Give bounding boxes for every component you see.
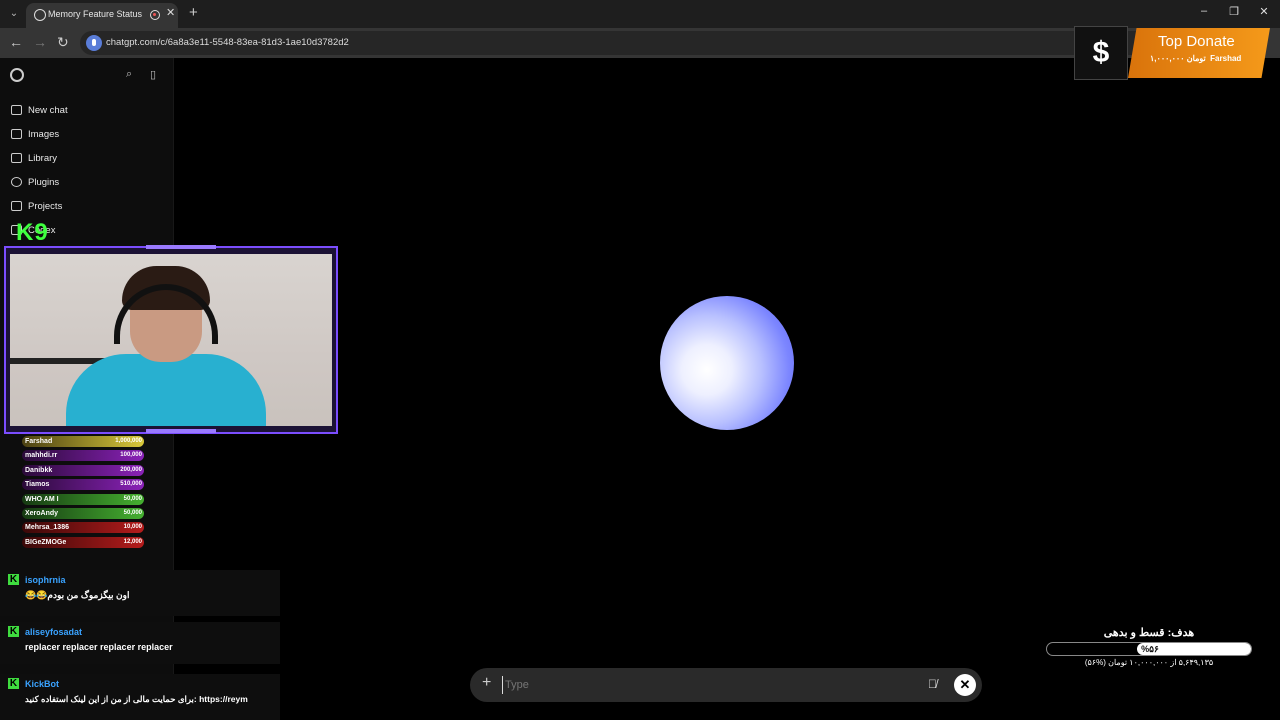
chat-text: برای حمایت مالی از من از این لینک استفاد… [25,694,248,704]
site-info-icon[interactable] [86,35,102,51]
donor-row: Danibkk 200,000 [18,464,146,478]
browser-tab[interactable]: Memory Feature Status ✕ [26,3,178,28]
sidebar-item-projects[interactable]: Projects [11,196,62,216]
donor-amount: 12,000 [123,538,142,545]
donor-row: XeroAndy 50,000 [18,507,146,521]
top-donate-banner: Top Donate ۱,۰۰۰,۰۰۰ تومان Farshad [1128,28,1270,78]
donor-amount: 100,000 [120,452,142,459]
restore-button[interactable]: ❐ [1224,5,1244,18]
donor-amount: 1,000,000 [115,438,142,444]
kick-badge-icon: K [8,678,19,689]
url-text[interactable]: chatgpt.com/c/6a8a3e11-5548-83ea-81d3-1a… [106,37,349,48]
top-donate-amount: ۱,۰۰۰,۰۰۰ تومان Farshad [1150,54,1242,63]
donor-amount: 50,000 [123,495,142,502]
donor-name: Mehrsa_1386 [25,524,69,532]
chat-text: replacer replacer replacer replacer [25,642,173,652]
chatgpt-favicon-icon [34,9,46,21]
donor-row: BIGeZMOGe 12,000 [18,536,146,550]
reload-icon[interactable]: ↻ [57,34,69,51]
kick-badge-icon: K [8,626,19,637]
sidebar-item-label: Projects [28,200,63,212]
images-icon [11,129,22,139]
donor-row: Farshad 1,000,000 [18,435,146,449]
library-icon [11,153,22,163]
tab-close-icon[interactable]: ✕ [166,6,175,19]
donor-name: Tiamos [25,481,50,489]
message-input[interactable] [502,676,902,694]
sidebar-item-label: Library [28,152,58,164]
chat-username: isophrnia [25,575,66,585]
top-donate-title: Top Donate [1158,33,1235,50]
dollar-logo-icon: $ [1074,26,1128,80]
goal-summary: ۵,۶۴۹,۱۳۵ از ۱۰,۰۰۰,۰۰۰ تومان (%۵۶) [1084,658,1214,667]
webcam-frame-accent [146,245,216,249]
chat-message: K isophrnia 😂😂اون بیگزموگ من بودم [0,570,280,616]
minimize-button[interactable]: – [1194,5,1214,17]
new-chat-icon [11,105,22,115]
sidebar-item-label: New chat [28,104,68,116]
openai-logo-icon[interactable] [10,68,24,82]
donor-name: mahhdi.rr [25,452,58,460]
search-icon[interactable]: ⌕ [126,68,132,81]
voice-mode-orb [660,296,794,430]
chat-username: KickBot [25,679,60,689]
chat-text: 😂😂اون بیگزموگ من بودم [25,590,130,600]
back-arrow-icon[interactable]: ← [9,34,23,50]
donor-name: WHO AM I [25,495,59,503]
donor-row: mahhdi.rr 100,000 [18,449,146,463]
forward-arrow-icon[interactable]: → [33,34,47,50]
donor-amount: 510,000 [120,481,142,488]
sidebar-item-label: Plugins [28,176,60,188]
goal-percent: %۵۶ [1141,644,1159,654]
donor-amount: 10,000 [123,524,142,531]
sidebar-item-label: Images [28,128,60,140]
sidebar-toggle-icon[interactable]: ▯ [150,68,156,81]
top-donate-widget: $ Top Donate ۱,۰۰۰,۰۰۰ تومان Farshad [1072,24,1270,80]
donor-amount: 50,000 [123,509,142,516]
chat-username: aliseyfosadat [25,627,83,637]
sidebar-item-images[interactable]: Images [11,124,59,144]
donor-name: Farshad [25,438,53,445]
mic-muted-icon[interactable]: 🎙̸ [928,677,937,691]
goal-progress-bar: %۵۶ [1046,642,1252,656]
kick-badge-icon: K [8,574,19,585]
donor-leaderboard: Farshad 1,000,000 mahhdi.rr 100,000 Danibk… [18,435,146,550]
voice-composer: + 🎙̸ ✕ [470,668,982,702]
donor-row: Tiamos 510,000 [18,478,146,492]
donor-name: XeroAndy [25,509,59,517]
sidebar-item-plugins[interactable]: Plugins [11,172,59,192]
sidebar-item-library[interactable]: Library [11,148,57,168]
top-donate-name: Farshad [1210,54,1242,63]
sidebar-item-new-chat[interactable]: New chat [11,100,68,120]
goal-title: هدف: قسط و بدهی [1103,627,1195,639]
close-window-button[interactable]: ✕ [1254,5,1274,18]
add-attachment-icon[interactable]: + [482,674,491,692]
k9-logo: K9 [16,219,49,246]
tab-search-icon[interactable]: ⌄ [6,6,22,22]
donor-name: Danibkk [25,466,53,474]
webcam-frame-accent [146,429,216,433]
webcam-overlay [4,245,338,434]
donor-row: WHO AM I 50,000 [18,493,146,507]
donor-amount: 200,000 [120,466,142,473]
projects-icon [11,201,22,211]
new-tab-button[interactable]: + [189,4,198,21]
donor-name: BIGeZMOGe [25,538,67,546]
tab-title: Memory Feature Status [48,9,143,19]
recording-icon [150,10,160,20]
streamer-shirt [66,354,266,426]
webcam-feed [10,254,332,426]
donor-row: Mehrsa_1386 10,000 [18,521,146,535]
plugins-icon [11,177,22,187]
chat-message: K KickBot برای حمایت مالی از من از این ل… [0,674,280,720]
chat-message: K aliseyfosadat replacer replacer replac… [0,622,280,664]
end-voice-button[interactable]: ✕ [954,674,976,696]
